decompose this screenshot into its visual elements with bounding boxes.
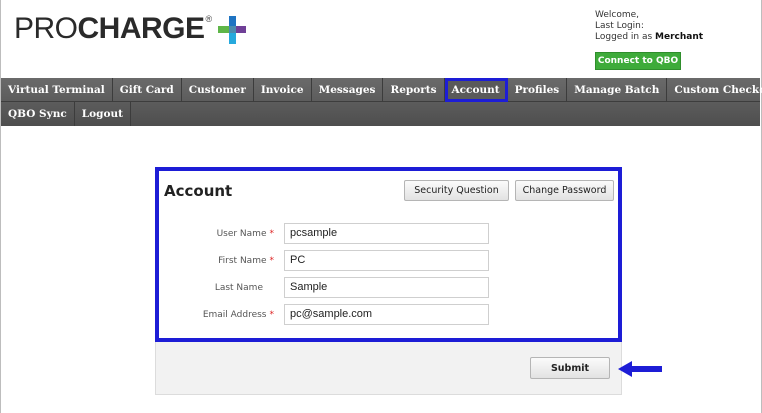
nav-row-2: QBO Sync Logout: [1, 102, 131, 126]
page-title: Account: [164, 182, 233, 200]
security-question-button[interactable]: Security Question: [404, 180, 509, 201]
email-address-label: Email Address *: [156, 309, 274, 321]
logo-text-light: PRO: [14, 12, 78, 45]
nav-profiles[interactable]: Profiles: [508, 78, 568, 102]
logged-in-text: Logged in as Merchant: [595, 32, 703, 43]
first-name-label: First Name *: [156, 255, 274, 267]
nav-gift-card[interactable]: Gift Card: [113, 78, 182, 102]
nav-qbo-sync[interactable]: QBO Sync: [1, 102, 75, 126]
logged-in-prefix: Logged in as: [595, 32, 653, 42]
nav-account[interactable]: Account: [444, 78, 508, 102]
nav-virtual-terminal[interactable]: Virtual Terminal: [1, 78, 113, 102]
nav-messages[interactable]: Messages: [312, 78, 384, 102]
welcome-text: Welcome,: [595, 10, 640, 20]
arrow-left-icon: [618, 361, 662, 377]
nav-manage-batch[interactable]: Manage Batch: [567, 78, 668, 102]
nav-reports[interactable]: Reports: [383, 78, 445, 102]
connect-to-qbo-button[interactable]: Connect to QBO: [595, 52, 681, 70]
required-marker: *: [269, 256, 275, 266]
required-marker: *: [269, 310, 275, 320]
first-name-input[interactable]: PC: [284, 250, 489, 271]
logo-trademark: ®: [205, 14, 213, 24]
welcome-block: Welcome, Last Login: Logged in as Mercha…: [595, 10, 703, 43]
change-password-button[interactable]: Change Password: [515, 180, 614, 201]
main-nav: Virtual Terminal Gift Card Customer Invo…: [1, 78, 762, 126]
nav-logout[interactable]: Logout: [75, 102, 131, 126]
last-name-label: Last Name: [156, 282, 274, 294]
email-address-input[interactable]: pc@sample.com: [284, 304, 489, 325]
plus-logo-icon: [217, 16, 246, 44]
logo-text-bold: CHARGE: [77, 12, 206, 45]
nav-custom-checkout[interactable]: Custom Checkout: [667, 78, 762, 102]
nav-invoice[interactable]: Invoice: [254, 78, 312, 102]
nav-row-1: Virtual Terminal Gift Card Customer Invo…: [1, 78, 762, 102]
submit-button[interactable]: Submit: [530, 357, 610, 379]
user-name-label-text: User Name: [216, 229, 267, 239]
logged-in-user: Merchant: [655, 32, 704, 42]
first-name-label-text: First Name: [218, 256, 267, 266]
last-login-text: Last Login:: [595, 21, 644, 31]
nav-customer[interactable]: Customer: [182, 78, 254, 102]
email-address-label-text: Email Address: [202, 310, 267, 320]
logo-text: PROCHARGE®: [14, 12, 212, 46]
procharge-logo[interactable]: PROCHARGE®: [14, 12, 246, 46]
last-name-input[interactable]: Sample: [284, 277, 489, 298]
user-name-label: User Name *: [156, 228, 274, 240]
required-marker: *: [269, 229, 275, 239]
last-name-label-text: Last Name: [214, 283, 263, 293]
user-name-input[interactable]: pcsample: [284, 223, 489, 244]
